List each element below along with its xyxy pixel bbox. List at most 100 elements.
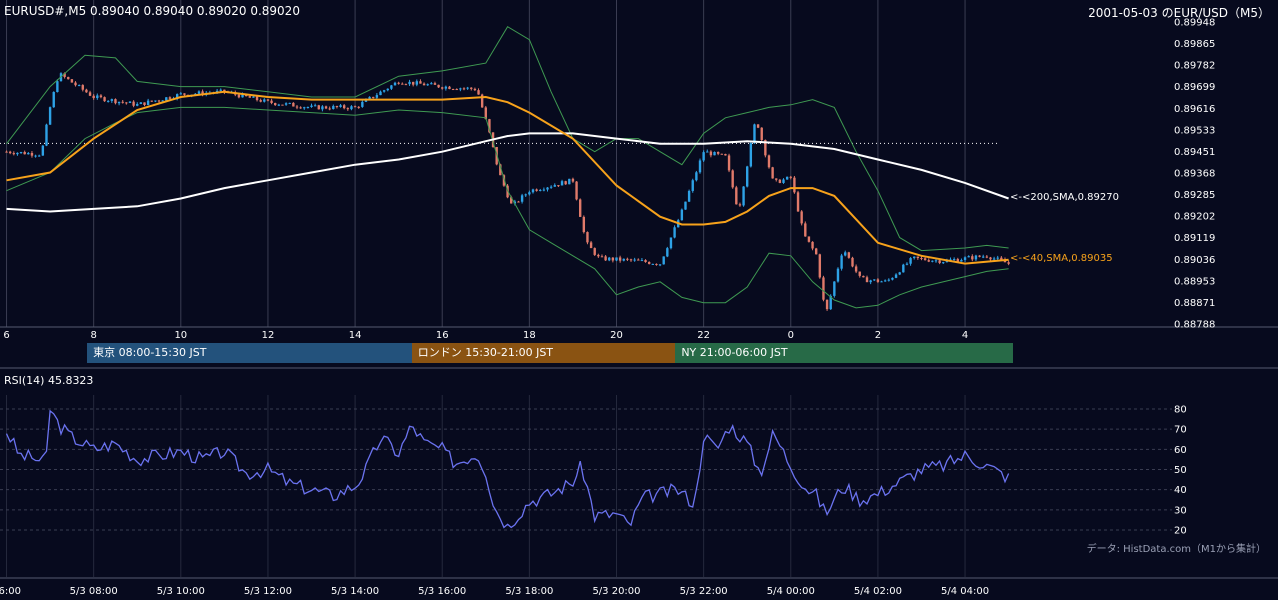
- candle-body: [38, 155, 41, 157]
- candle-body: [531, 189, 535, 193]
- y-tick-label: 0.89782: [1174, 61, 1215, 72]
- candle-body: [666, 248, 669, 257]
- candle-body: [219, 89, 222, 91]
- y-tick-label: 0.89119: [1174, 233, 1215, 244]
- bollinger-upper: [6, 26, 1009, 252]
- y-tick-label: 0.89036: [1174, 255, 1215, 266]
- candle-body: [103, 97, 106, 102]
- sma40-line: [6, 90, 1009, 265]
- candle-body: [938, 260, 941, 263]
- candle-body: [146, 100, 150, 106]
- candle-body: [48, 107, 52, 125]
- candle-body: [553, 185, 556, 187]
- candle-body: [539, 190, 542, 192]
- candle-body: [546, 187, 549, 190]
- sma200-label: <-<200,SMA,0.89270: [1010, 191, 1119, 203]
- y-tick-label: 0.89368: [1174, 169, 1215, 180]
- rsi-x-tick-label: 5/3 22:00: [680, 586, 728, 597]
- candle-body: [433, 83, 437, 85]
- candle-body: [259, 100, 262, 102]
- candle-body: [916, 256, 920, 259]
- candle-body: [782, 179, 785, 183]
- candle-body: [328, 108, 331, 110]
- candle-body: [931, 260, 934, 262]
- candle-body: [372, 96, 375, 98]
- candle-body: [727, 155, 731, 171]
- candle-body: [854, 266, 858, 272]
- candle-body: [390, 85, 393, 89]
- candle-body: [880, 281, 883, 283]
- source-note: データ: HistData.com（M1から集計）: [1086, 544, 1266, 555]
- candle-body: [807, 236, 811, 242]
- candle-body: [470, 87, 473, 89]
- candle-body: [524, 194, 527, 196]
- candle-body: [651, 263, 655, 265]
- candle-body: [393, 82, 397, 86]
- candle-body: [637, 259, 640, 261]
- candle-body: [270, 100, 273, 104]
- rsi-y-tick-label: 20: [1174, 526, 1187, 537]
- candle-body: [401, 83, 404, 85]
- candle-body: [321, 106, 324, 110]
- candle-body: [132, 101, 135, 106]
- candle-body: [985, 256, 989, 258]
- candle-body: [357, 106, 360, 108]
- candle-body: [844, 252, 847, 256]
- candle-body: [905, 263, 909, 265]
- x-tick-label: 20: [610, 330, 623, 341]
- candle-body: [749, 143, 753, 167]
- candle-body: [96, 95, 99, 99]
- candle-body: [70, 79, 74, 83]
- candle-body: [335, 106, 339, 108]
- candle-body: [952, 259, 956, 261]
- candle-body: [902, 264, 905, 273]
- candle-body: [179, 93, 183, 95]
- rsi-x-tick-label: 5/3 20:00: [592, 586, 640, 597]
- candle-body: [796, 192, 800, 212]
- candle-body: [157, 100, 161, 102]
- candle-body: [589, 242, 593, 249]
- rsi-y-tick-label: 60: [1174, 445, 1187, 456]
- candle-body: [818, 254, 822, 278]
- candle-body: [466, 87, 469, 89]
- candle-body: [626, 258, 629, 260]
- candle-body: [56, 81, 59, 93]
- candle-body: [237, 94, 241, 98]
- candle-body: [582, 216, 586, 233]
- candle-body: [477, 90, 480, 95]
- candle-body: [618, 257, 622, 261]
- candle-body: [444, 86, 448, 89]
- candle-body: [687, 190, 691, 202]
- candle-body: [23, 151, 26, 155]
- candle-body: [67, 76, 70, 80]
- candle-body: [332, 106, 335, 109]
- candle-body: [978, 255, 981, 257]
- candle-body: [462, 88, 466, 90]
- candle-body: [793, 177, 796, 193]
- candle-body: [800, 211, 803, 224]
- sma200-line: [6, 132, 1009, 213]
- candle-body: [891, 277, 894, 280]
- rsi-y-tick-label: 40: [1174, 485, 1187, 496]
- x-tick-label: 8: [90, 330, 96, 341]
- candle-body: [361, 101, 364, 107]
- y-tick-label: 0.88953: [1174, 276, 1215, 287]
- candle-body: [430, 83, 433, 85]
- y-tick-label: 0.88871: [1174, 298, 1215, 309]
- candle-body: [266, 99, 270, 101]
- candle-body: [411, 81, 415, 85]
- session-london: ロンドン 15:30-21:00 JST: [411, 343, 676, 363]
- candle-body: [408, 81, 411, 85]
- x-tick-label: 2: [875, 330, 881, 341]
- candle-body: [542, 189, 546, 191]
- rsi-y-tick-label: 80: [1174, 405, 1187, 416]
- candle-body: [923, 258, 927, 261]
- rsi-x-tick-label: 5/3 12:00: [244, 586, 292, 597]
- candle-body: [549, 186, 553, 188]
- candle-body: [992, 258, 996, 260]
- candle-body: [942, 262, 945, 264]
- candle-body: [934, 260, 938, 262]
- candle-body: [615, 257, 618, 261]
- candle-body: [422, 83, 426, 86]
- candle-body: [299, 107, 302, 109]
